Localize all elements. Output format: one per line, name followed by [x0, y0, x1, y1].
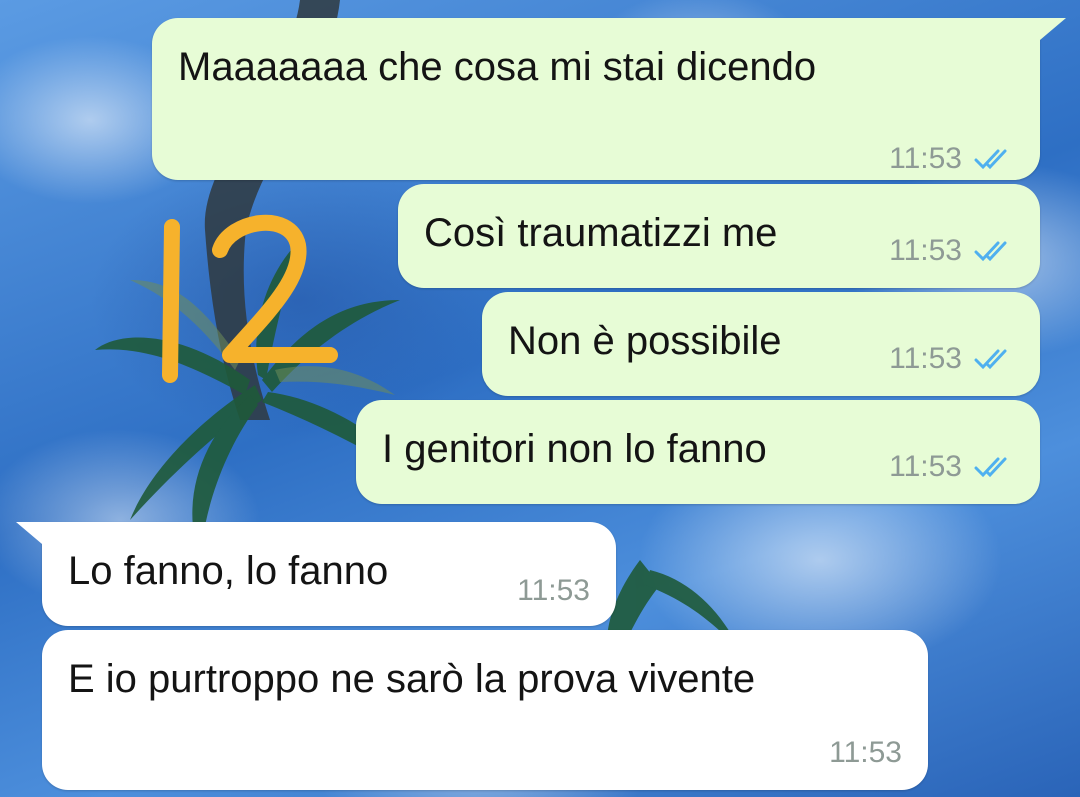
message-time: 11:53: [517, 574, 590, 607]
double-check-icon: [974, 149, 1007, 170]
message-meta: 11:53: [517, 574, 590, 608]
message-text: Lo fanno, lo fanno: [68, 549, 389, 593]
message-meta: 11:53: [889, 450, 1014, 484]
message-text: E io purtroppo ne sarò la prova vivente: [68, 657, 756, 701]
message-meta: 11:53: [889, 142, 1014, 176]
message-meta: 11:53: [829, 736, 902, 770]
outgoing-message-bubble[interactable]: Non è possibile 11:53: [482, 292, 1040, 396]
message-time: 11:53: [889, 142, 962, 175]
message-text: Maaaaaaa che cosa mi stai dicendo: [178, 45, 817, 89]
message-time: 11:53: [889, 234, 962, 267]
message-meta: 11:53: [889, 342, 1014, 376]
bubble-tail: [1040, 18, 1066, 40]
bubble-tail: [16, 522, 42, 544]
incoming-message-bubble[interactable]: Lo fanno, lo fanno 11:53: [16, 522, 616, 626]
double-check-icon: [974, 241, 1007, 262]
handwritten-number-overlay: [162, 214, 338, 383]
outgoing-message-bubble[interactable]: Così traumatizzi me 11:53: [398, 184, 1040, 288]
outgoing-message-bubble[interactable]: Maaaaaaa che cosa mi stai dicendo 11:53: [152, 18, 1066, 180]
message-text: I genitori non lo fanno: [382, 427, 767, 471]
message-meta: 11:53: [889, 234, 1014, 268]
message-time: 11:53: [889, 450, 962, 483]
double-check-icon: [974, 457, 1007, 478]
outgoing-message-bubble[interactable]: I genitori non lo fanno 11:53: [356, 400, 1040, 504]
message-text: Così traumatizzi me: [424, 211, 778, 255]
incoming-message-bubble[interactable]: E io purtroppo ne sarò la prova vivente …: [42, 630, 928, 790]
double-check-icon: [974, 349, 1007, 370]
message-text: Non è possibile: [508, 319, 782, 363]
message-time: 11:53: [829, 736, 902, 769]
message-time: 11:53: [889, 342, 962, 375]
